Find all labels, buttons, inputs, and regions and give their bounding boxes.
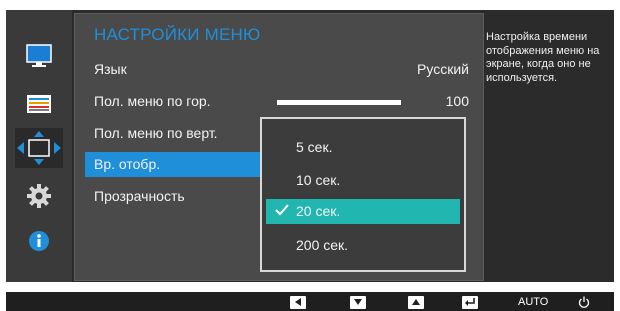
menu-item-language[interactable]: Язык Русский — [85, 57, 473, 81]
info-icon[interactable] — [19, 225, 59, 257]
menu-item-h-position[interactable]: Пол. меню по гор. 100 — [85, 89, 473, 113]
gear-icon[interactable] — [19, 180, 59, 212]
menu-item-label: Вр. отобр. — [94, 156, 161, 172]
monitor-icon[interactable] — [19, 40, 59, 72]
option-label: 20 сек. — [296, 203, 341, 219]
checkmark-icon — [275, 203, 289, 219]
power-icon[interactable] — [578, 295, 590, 309]
auto-button[interactable]: AUTO — [518, 295, 548, 309]
option-10-sec[interactable]: 10 сек. — [266, 168, 460, 193]
menu-item-value: Русский — [417, 61, 469, 77]
menu-item-label: Пол. меню по гор. — [94, 93, 211, 109]
enter-icon[interactable] — [462, 295, 478, 309]
h-position-slider[interactable] — [277, 100, 401, 105]
menu-item-label: Пол. меню по верт. — [94, 125, 218, 141]
up-arrow-icon[interactable] — [408, 295, 424, 309]
color-bars-icon[interactable] — [19, 88, 59, 120]
menu-item-value: 100 — [445, 93, 469, 109]
option-label: 200 сек. — [296, 237, 349, 253]
help-text: Настройка времени отображения меню на эк… — [486, 31, 600, 84]
option-20-sec[interactable]: 20 сек. — [266, 199, 460, 224]
option-label: 10 сек. — [296, 172, 341, 188]
option-label: 5 сек. — [296, 139, 333, 155]
option-5-sec[interactable]: 5 сек. — [266, 135, 460, 160]
bottom-bar: AUTO — [6, 292, 614, 311]
menu-item-label: Язык — [94, 61, 127, 77]
option-200-sec[interactable]: 200 сек. — [266, 233, 460, 258]
down-arrow-icon[interactable] — [350, 295, 366, 309]
menu-panel: НАСТРОЙКИ МЕНЮ Язык Русский Пол. меню по… — [74, 13, 484, 281]
move-arrows-icon[interactable] — [15, 128, 63, 168]
menu-title: НАСТРОЙКИ МЕНЮ — [94, 25, 261, 44]
sidebar — [6, 10, 72, 282]
menu-item-label: Прозрачность — [94, 188, 185, 204]
display-time-dropdown[interactable]: 5 сек. 10 сек. 20 сек. 200 сек. — [260, 117, 466, 272]
left-arrow-icon[interactable] — [290, 295, 306, 309]
osd-window: НАСТРОЙКИ МЕНЮ Язык Русский Пол. меню по… — [6, 10, 614, 282]
